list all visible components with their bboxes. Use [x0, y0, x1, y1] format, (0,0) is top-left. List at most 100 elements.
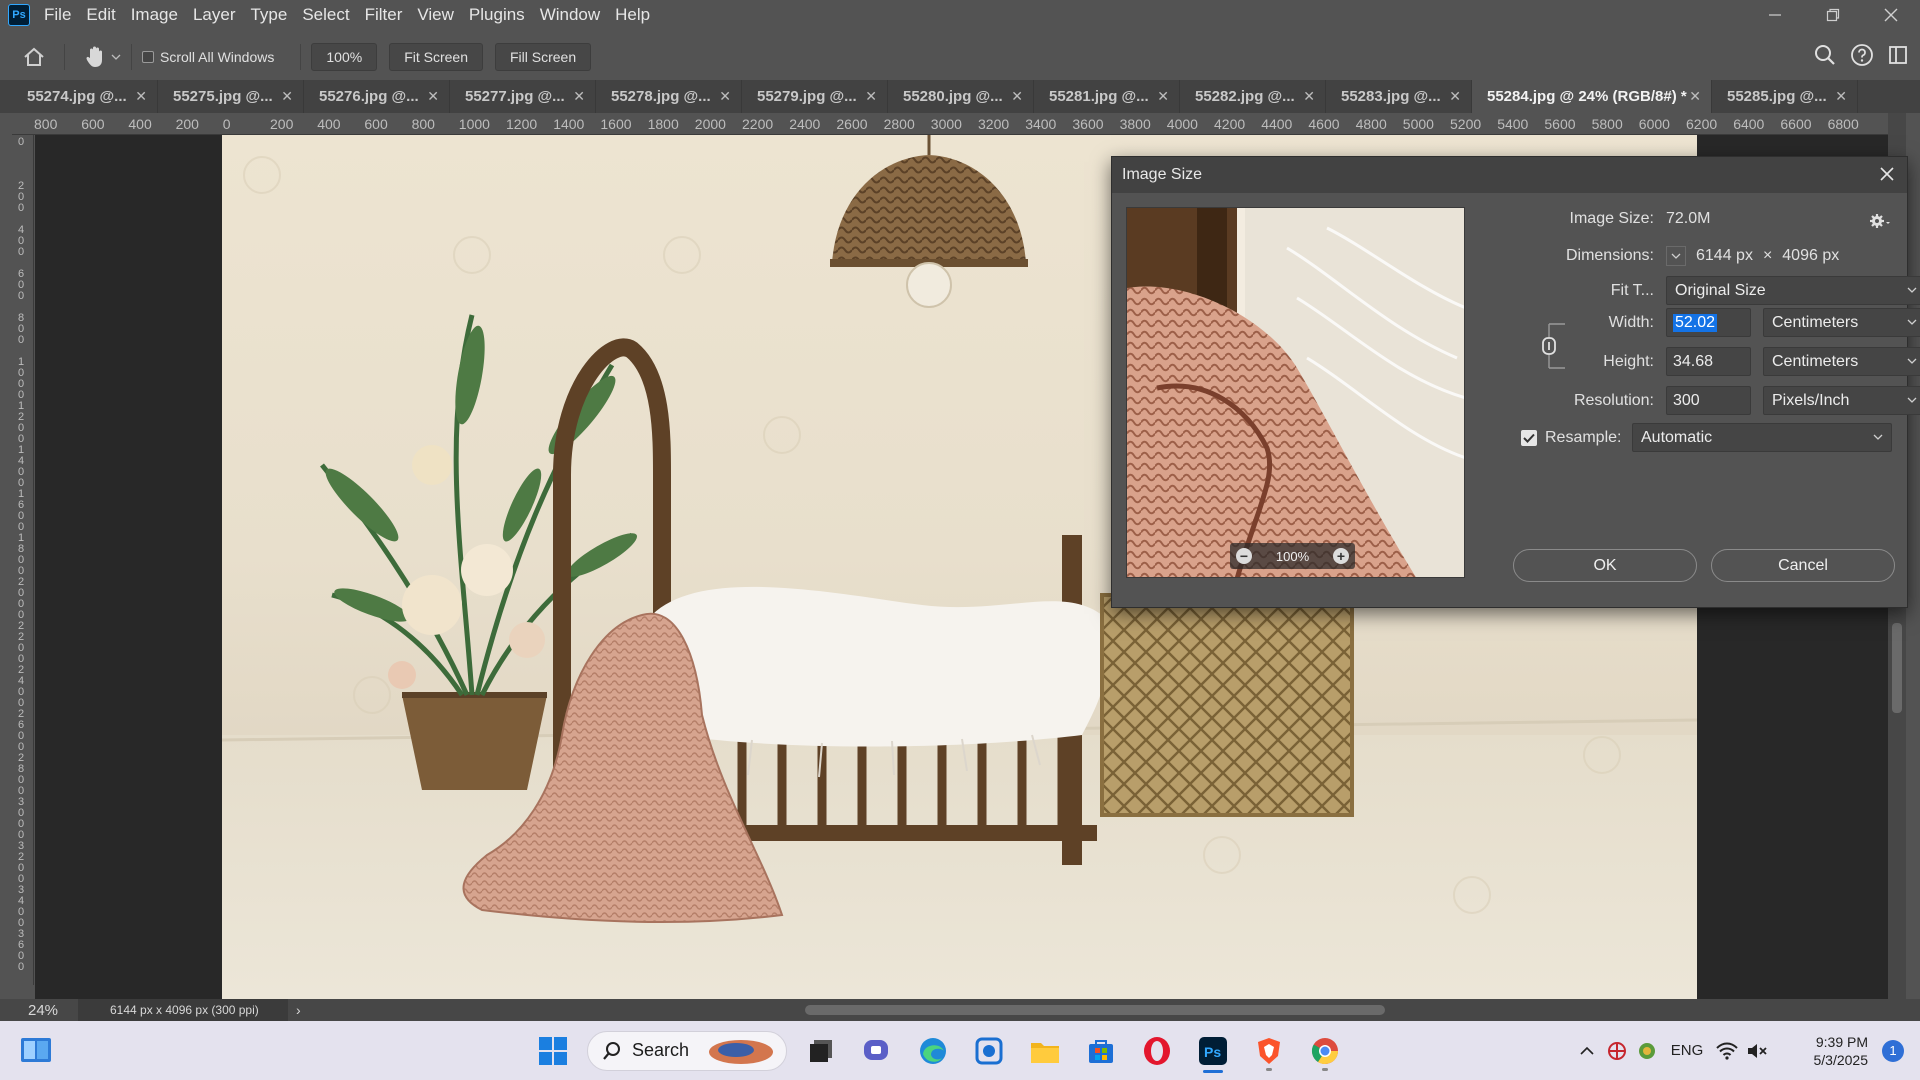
ruler-h-tick-label: 3800 — [1119, 116, 1151, 132]
horizontal-scrollbar[interactable] — [320, 1002, 1880, 1018]
scroll-thumb[interactable] — [805, 1005, 1385, 1015]
close-icon[interactable]: ✕ — [719, 88, 731, 105]
zoom-in-icon[interactable]: + — [1333, 548, 1349, 564]
ok-button[interactable]: OK — [1513, 549, 1697, 582]
image-preview[interactable]: − 100% + — [1126, 207, 1465, 578]
fit-to-dropdown[interactable]: Original Size — [1666, 276, 1920, 305]
volume-muted-icon[interactable] — [1742, 1031, 1772, 1071]
tab-55280[interactable]: 55280.jpg @... ✕ — [888, 80, 1034, 113]
resolution-unit-dropdown[interactable]: Pixels/Inch — [1763, 386, 1920, 415]
edge-browser-icon[interactable] — [905, 1027, 961, 1075]
taskbar-search[interactable]: Search — [587, 1030, 787, 1071]
menu-window[interactable]: Window — [540, 5, 613, 25]
chrome-browser-icon[interactable] — [1297, 1027, 1353, 1075]
close-icon[interactable]: ✕ — [865, 88, 877, 105]
start-windows-icon[interactable] — [525, 1027, 581, 1075]
tab-55275[interactable]: 55275.jpg @... ✕ — [158, 80, 304, 113]
tab-55278[interactable]: 55278.jpg @... ✕ — [596, 80, 742, 113]
menu-file[interactable]: File — [44, 5, 84, 25]
scroll-all-windows-checkbox[interactable]: Scroll All Windows — [142, 49, 274, 65]
menu-type[interactable]: Type — [250, 5, 300, 25]
fit-screen-button[interactable]: Fit Screen — [389, 43, 483, 71]
tab-55276[interactable]: 55276.jpg @... ✕ — [304, 80, 450, 113]
tab-55282[interactable]: 55282.jpg @... ✕ — [1180, 80, 1326, 113]
microsoft-store-icon[interactable] — [1073, 1027, 1129, 1075]
opera-browser-icon[interactable] — [1129, 1027, 1185, 1075]
close-icon[interactable]: ✕ — [1449, 88, 1461, 105]
snipping-tool-icon[interactable] — [961, 1027, 1017, 1075]
search-icon[interactable] — [1814, 44, 1836, 71]
restore-icon[interactable] — [1804, 0, 1862, 30]
tab-55281[interactable]: 55281.jpg @... ✕ — [1034, 80, 1180, 113]
vpn-tray-icon[interactable] — [1602, 1031, 1632, 1071]
file-explorer-icon[interactable] — [1017, 1027, 1073, 1075]
dialog-titlebar[interactable]: Image Size — [1112, 157, 1907, 193]
hand-tool-icon[interactable] — [75, 40, 115, 74]
resample-dropdown[interactable]: Automatic — [1632, 423, 1892, 452]
cancel-button[interactable]: Cancel — [1711, 549, 1895, 582]
home-icon[interactable] — [14, 40, 54, 74]
menu-help[interactable]: Help — [615, 5, 663, 25]
horizontal-ruler[interactable]: 800 600 400 200 0 200 400 600 800 1000 1200 1400 160… — [12, 113, 1900, 135]
resolution-input[interactable]: 300 — [1666, 386, 1751, 415]
resample-checkbox[interactable] — [1521, 429, 1537, 446]
close-icon[interactable]: ✕ — [573, 88, 585, 105]
fill-screen-button[interactable]: Fill Screen — [495, 43, 592, 71]
menu-plugins[interactable]: Plugins — [469, 5, 538, 25]
teams-chat-icon[interactable] — [849, 1027, 905, 1075]
tab-55274[interactable]: 55274.jpg @... ✕ — [12, 80, 158, 113]
tab-55284-active[interactable]: 55284.jpg @ 24% (RGB/8#) * ✕ — [1472, 80, 1712, 113]
status-expand-icon[interactable]: › — [296, 1002, 301, 1018]
task-view-icon[interactable] — [793, 1027, 849, 1075]
menu-view[interactable]: View — [417, 5, 467, 25]
close-icon[interactable]: ✕ — [281, 88, 293, 105]
close-icon[interactable]: ✕ — [1011, 88, 1023, 105]
language-indicator[interactable]: ENG — [1662, 1031, 1712, 1071]
tab-55283[interactable]: 55283.jpg @... ✕ — [1326, 80, 1472, 113]
close-icon[interactable]: ✕ — [135, 88, 147, 105]
menu-image[interactable]: Image — [131, 5, 191, 25]
notification-badge[interactable]: 1 — [1882, 1039, 1904, 1062]
menu-layer[interactable]: Layer — [193, 5, 249, 25]
vertical-ruler[interactable]: 0 2 0 0 4 0 0 6 0 0 8 0 0 1 0 0 01 2 0 01 4 0… — [12, 135, 34, 985]
close-icon[interactable]: ✕ — [1303, 88, 1315, 105]
chevron-up-icon[interactable] — [1572, 1031, 1602, 1071]
close-window-icon[interactable] — [1862, 0, 1920, 30]
app-tray-icon[interactable] — [1632, 1031, 1662, 1071]
checkbox-box[interactable] — [142, 51, 154, 63]
tab-55285[interactable]: 55285.jpg @... ✕ — [1712, 80, 1858, 113]
width-input[interactable]: 52.02 — [1666, 308, 1751, 337]
photoshop-logo-icon[interactable]: Ps — [8, 4, 30, 26]
close-icon[interactable]: ✕ — [1835, 88, 1847, 105]
tab-55279[interactable]: 55279.jpg @... ✕ — [742, 80, 888, 113]
menu-edit[interactable]: Edit — [86, 5, 128, 25]
close-icon[interactable]: ✕ — [1157, 88, 1169, 105]
help-icon[interactable] — [1850, 43, 1874, 72]
workspace-icon[interactable] — [1888, 45, 1908, 70]
ruler-h-tick-label: 6600 — [1780, 116, 1812, 132]
photoshop-taskbar-icon[interactable]: Ps — [1185, 1027, 1241, 1075]
zoom-level[interactable]: 24% — [0, 1002, 78, 1019]
height-unit-dropdown[interactable]: Centimeters — [1763, 347, 1920, 376]
widgets-icon[interactable] — [20, 1035, 52, 1065]
tab-55277[interactable]: 55277.jpg @... ✕ — [450, 80, 596, 113]
zoom-out-icon[interactable]: − — [1236, 548, 1252, 564]
menu-filter[interactable]: Filter — [365, 5, 416, 25]
tool-preset-chevron-icon[interactable] — [111, 48, 121, 66]
document-info[interactable]: 6144 px x 4096 px (300 ppi) — [78, 999, 288, 1021]
clock[interactable]: 9:39 PM 5/3/2025 — [1772, 1033, 1869, 1069]
close-icon[interactable]: ✕ — [427, 88, 439, 105]
zoom-100-button[interactable]: 100% — [311, 43, 378, 71]
scroll-thumb[interactable] — [1892, 623, 1902, 713]
gear-icon[interactable] — [1869, 213, 1891, 234]
close-icon[interactable] — [1879, 164, 1895, 186]
wifi-icon[interactable] — [1712, 1031, 1742, 1071]
ruler-v-tick-label: 1 4 0 0 — [17, 444, 25, 489]
height-input[interactable]: 34.68 — [1666, 347, 1751, 376]
menu-select[interactable]: Select — [302, 5, 362, 25]
minimize-icon[interactable] — [1746, 0, 1804, 30]
close-icon[interactable]: ✕ — [1689, 88, 1701, 105]
brave-browser-icon[interactable] — [1241, 1027, 1297, 1075]
width-unit-dropdown[interactable]: Centimeters — [1763, 308, 1920, 337]
dimensions-dropdown-icon[interactable] — [1666, 246, 1686, 266]
